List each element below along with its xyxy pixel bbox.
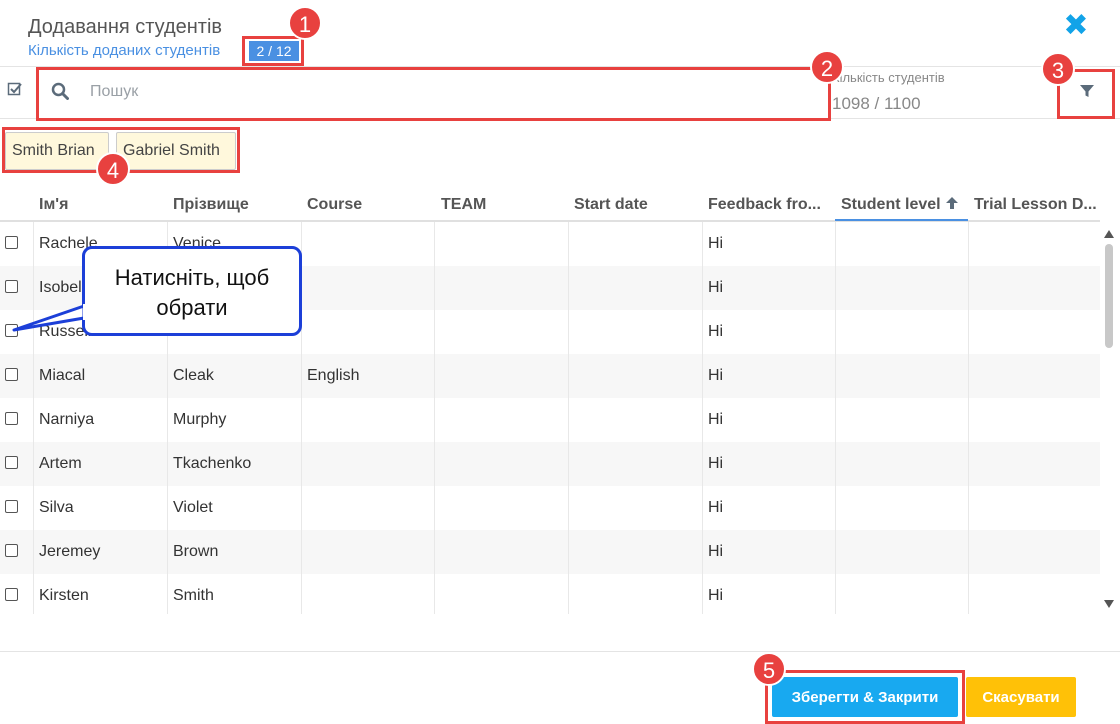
students-count-label: Кількість студентів — [832, 70, 945, 85]
added-students-label: Кількість доданих студентів — [28, 42, 221, 59]
cell-feedback: Hi — [708, 235, 724, 252]
cell-first-name: Isobel — [39, 279, 82, 296]
select-all-checkbox[interactable] — [7, 82, 23, 98]
column-divider — [835, 222, 836, 614]
cell-course: English — [307, 367, 360, 384]
cell-last-name: Tkachenko — [173, 455, 252, 472]
cell-feedback: Hi — [708, 367, 724, 384]
row-checkbox[interactable] — [5, 236, 18, 249]
scroll-up-arrow[interactable] — [1104, 230, 1114, 238]
divider — [0, 118, 1120, 119]
cell-first-name: Jeremey — [39, 543, 101, 560]
cancel-button[interactable]: Скасувати — [966, 677, 1076, 717]
row-checkbox[interactable] — [5, 412, 18, 425]
sort-ascending-icon — [945, 197, 958, 209]
row-checkbox[interactable] — [5, 544, 18, 557]
cell-last-name: Violet — [173, 499, 213, 516]
annotation-marker-1: 1 — [288, 6, 322, 40]
cell-feedback: Hi — [708, 543, 724, 560]
callout-tooltip: Натисніть, щоб обрати — [82, 246, 302, 336]
cell-feedback: Hi — [708, 411, 724, 428]
dialog-title: Додавання студентів — [28, 16, 223, 38]
row-checkbox[interactable] — [5, 368, 18, 381]
column-divider — [568, 222, 569, 614]
column-header-start-date[interactable]: Start date — [574, 196, 699, 214]
save-and-close-button[interactable]: Зберегти & Закрити — [772, 677, 958, 717]
column-header-first-name[interactable]: Ім'я — [39, 196, 159, 214]
column-header-feedback[interactable]: Feedback fro... — [708, 196, 833, 214]
cell-feedback: Hi — [708, 279, 724, 296]
cell-first-name: Kirsten — [39, 587, 89, 604]
table-row[interactable]: Jeremey Brown Hi — [0, 530, 1100, 574]
annotation-marker-5: 5 — [752, 652, 786, 686]
table-row[interactable]: Miacal Cleak English Hi — [0, 354, 1100, 398]
column-header-label: Student level — [841, 196, 941, 213]
divider — [0, 66, 1120, 67]
table-row[interactable]: Silva Violet Hi — [0, 486, 1100, 530]
column-divider — [33, 222, 34, 614]
table-row[interactable]: Artem Tkachenko Hi — [0, 442, 1100, 486]
cell-feedback: Hi — [708, 455, 724, 472]
annotation-marker-2: 2 — [810, 50, 844, 84]
cell-first-name: Artem — [39, 455, 82, 472]
table-row[interactable]: Kirsten Smith Hi — [0, 574, 1100, 618]
search-icon — [51, 82, 69, 100]
row-checkbox[interactable] — [5, 500, 18, 513]
cell-first-name: Silva — [39, 499, 74, 516]
cell-first-name: Narniya — [39, 411, 95, 428]
table-row[interactable]: Narniya Murphy Hi — [0, 398, 1100, 442]
cell-last-name: Brown — [173, 543, 219, 560]
cell-last-name: Murphy — [173, 411, 227, 428]
row-checkbox[interactable] — [5, 324, 18, 337]
row-checkbox[interactable] — [5, 588, 18, 601]
column-divider — [968, 222, 969, 614]
search-input[interactable] — [90, 78, 790, 106]
column-header-last-name[interactable]: Прізвище — [173, 196, 293, 214]
close-icon: ✖ — [1063, 9, 1089, 42]
added-count-badge: 2 / 12 — [249, 41, 299, 61]
row-checkbox[interactable] — [5, 280, 18, 293]
checkbox-checked-icon — [7, 82, 22, 96]
cell-feedback: Hi — [708, 323, 724, 340]
cell-first-name: Miacal — [39, 367, 86, 384]
column-header-student-level[interactable]: Student level — [841, 196, 967, 214]
cell-feedback: Hi — [708, 499, 724, 516]
row-checkbox[interactable] — [5, 456, 18, 469]
column-divider — [702, 222, 703, 614]
scroll-down-arrow[interactable] — [1104, 600, 1114, 608]
filter-icon[interactable] — [1078, 82, 1096, 100]
cell-last-name: Smith — [173, 587, 214, 604]
column-divider — [434, 222, 435, 614]
column-header-trial-lesson[interactable]: Trial Lesson D... — [974, 196, 1100, 214]
selected-student-chip[interactable]: Gabriel Smith — [116, 132, 236, 170]
selected-student-chip[interactable]: Smith Brian — [5, 132, 109, 170]
scrollbar-thumb[interactable] — [1105, 244, 1113, 348]
annotation-marker-4: 4 — [96, 152, 130, 186]
close-button[interactable]: ✖ — [1062, 9, 1090, 42]
cell-feedback: Hi — [708, 587, 724, 604]
annotation-marker-3: 3 — [1041, 52, 1075, 86]
students-count-value: 1098 / 1100 — [832, 94, 921, 113]
column-header-team[interactable]: TEAM — [441, 196, 561, 214]
column-header-course[interactable]: Course — [307, 196, 427, 214]
active-column-indicator — [835, 219, 968, 221]
cell-last-name: Cleak — [173, 367, 214, 384]
footer-divider — [0, 651, 1120, 652]
